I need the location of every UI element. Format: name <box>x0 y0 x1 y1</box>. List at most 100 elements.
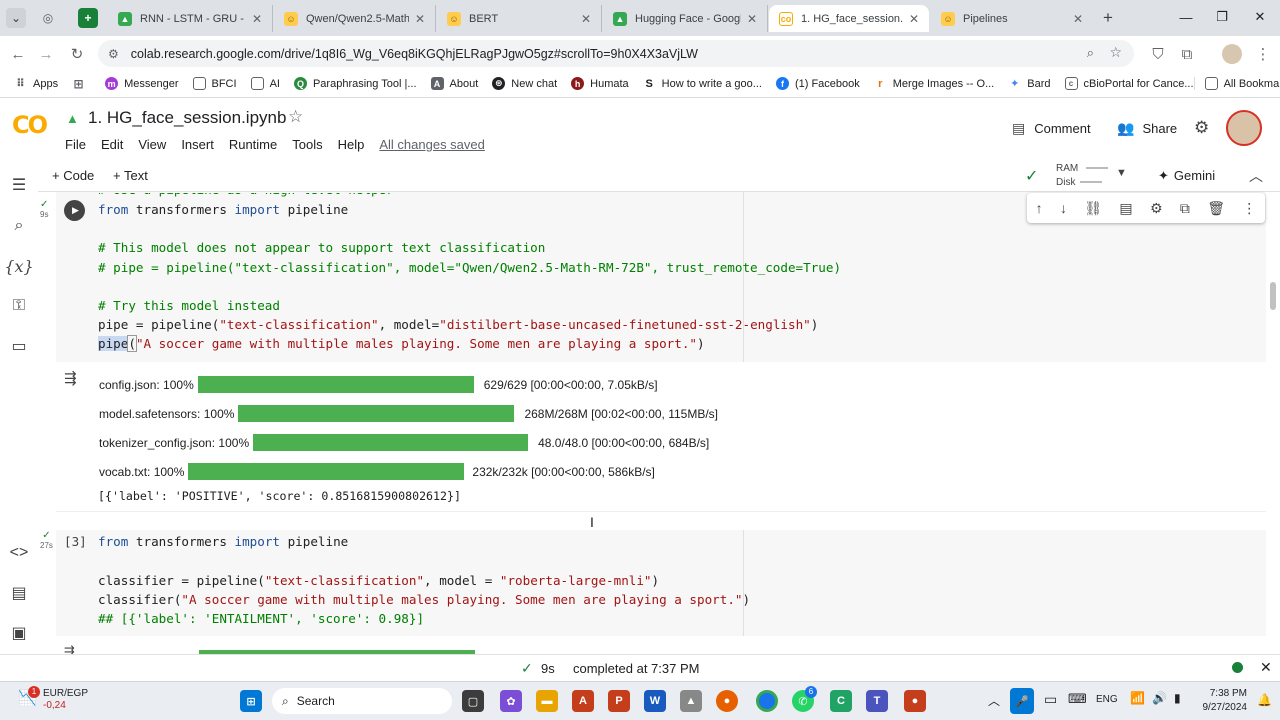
copilot-icon[interactable]: ✿ <box>500 690 522 712</box>
share-button[interactable]: 👥 Share <box>1117 120 1177 137</box>
battery-level-icon[interactable]: ▮ <box>1174 691 1181 705</box>
search-icon[interactable]: ⌕ <box>8 215 30 237</box>
connected-check-icon[interactable]: ✓ <box>1025 166 1038 186</box>
bookmark-item[interactable]: ⊛ New chat <box>492 77 557 90</box>
bookmark-item[interactable]: m Messenger <box>105 77 179 90</box>
settings-gear-icon[interactable]: ⚙ <box>1194 118 1209 138</box>
save-status[interactable]: All changes saved <box>379 137 485 152</box>
profile-avatar[interactable] <box>1222 44 1242 64</box>
forward-icon[interactable]: → <box>36 44 56 64</box>
globe-icon[interactable]: ◎ <box>38 8 58 28</box>
browser-tab[interactable]: ☺ BERT ✕ <box>437 5 602 32</box>
close-icon[interactable]: ✕ <box>581 12 591 26</box>
address-bar[interactable]: ⚙ colab.research.google.com/drive/1q8I6_… <box>98 40 1134 67</box>
settings-gear-icon[interactable]: ⚙ <box>1150 200 1163 217</box>
bookmark-grid[interactable]: ⊞ <box>72 77 91 91</box>
resource-monitor[interactable]: RAM Disk <box>1056 162 1109 190</box>
bookmark-item[interactable]: S How to write a goo... <box>642 77 762 90</box>
new-tab-button[interactable]: + <box>1098 8 1118 28</box>
firefox-icon[interactable]: ● <box>716 690 738 712</box>
code-snippets-icon[interactable]: <> <box>8 542 30 564</box>
command-palette-icon[interactable]: ▤ <box>8 582 30 604</box>
bookmark-item[interactable]: A About <box>430 77 478 90</box>
shield-icon[interactable]: ⛉ <box>1148 44 1168 64</box>
menu-edit[interactable]: Edit <box>101 137 123 152</box>
reload-icon[interactable]: ↻ <box>67 44 87 64</box>
menu-file[interactable]: File <box>65 137 86 152</box>
camtasia-icon[interactable]: C <box>830 690 852 712</box>
browser-tab[interactable]: ▲ Hugging Face - Google ✕ <box>603 5 768 32</box>
teams-icon[interactable]: T <box>866 690 888 712</box>
bookmark-item[interactable]: Q Paraphrasing Tool |... <box>293 77 417 90</box>
add-text-button[interactable]: + Text <box>113 168 148 183</box>
clock[interactable]: 7:38 PM 9/27/2024 <box>1195 687 1248 715</box>
taskbar-search[interactable]: ⌕ Search <box>272 688 452 714</box>
output-options-icon[interactable]: ⇶ <box>64 369 77 387</box>
app-icon[interactable]: ▲ <box>680 690 702 712</box>
move-down-icon[interactable]: ↓ <box>1060 200 1067 216</box>
close-icon[interactable]: ✕ <box>1073 12 1083 26</box>
all-bookmarks[interactable]: All Bookmarks <box>1193 77 1280 90</box>
bookmark-item[interactable]: BFCI <box>192 77 237 90</box>
volume-icon[interactable]: 🔊 <box>1152 691 1167 705</box>
bookmark-item[interactable]: f (1) Facebook <box>775 77 860 90</box>
menu-tools[interactable]: Tools <box>292 137 322 152</box>
delete-icon[interactable]: 🗑 <box>1207 200 1225 217</box>
run-cell-button[interactable]: ▶ <box>64 200 85 221</box>
back-icon[interactable]: ← <box>8 44 28 64</box>
close-icon[interactable]: ✕ <box>415 12 425 26</box>
more-icon[interactable]: ⋮ <box>1242 200 1256 217</box>
star-icon[interactable]: ☆ <box>288 107 303 127</box>
move-up-icon[interactable]: ↑ <box>1036 200 1043 216</box>
close-icon[interactable]: ✕ <box>252 12 262 26</box>
window-close-button[interactable]: ✕ <box>1240 6 1280 28</box>
powerpoint-icon[interactable]: P <box>608 690 630 712</box>
folder-icon[interactable]: ▭ <box>8 335 30 357</box>
bookmark-item[interactable]: AI <box>250 77 280 90</box>
file-explorer-icon[interactable]: ▬ <box>536 690 558 712</box>
chevron-down-icon[interactable]: ▼ <box>1116 167 1127 179</box>
mirror-icon[interactable]: ⧉ <box>1180 200 1190 217</box>
language-indicator[interactable]: ENG <box>1096 694 1118 705</box>
notifications-icon[interactable]: 🔔 <box>1257 693 1272 707</box>
menu-view[interactable]: View <box>138 137 166 152</box>
chrome-icon[interactable] <box>756 690 778 712</box>
table-of-contents-icon[interactable]: ☰ <box>8 174 30 196</box>
access-icon[interactable]: A <box>572 690 594 712</box>
browser-tab[interactable]: ☺ Pipelines ✕ <box>931 5 1093 32</box>
menu-runtime[interactable]: Runtime <box>229 137 277 152</box>
terminal-icon[interactable]: ▣ <box>8 622 30 644</box>
more-menu-icon[interactable]: ⋮ <box>1253 44 1273 64</box>
browser-tab[interactable]: ▲RNN - LSTM - GRU - Go✕ <box>108 5 273 32</box>
menu-help[interactable]: Help <box>338 137 365 152</box>
close-icon[interactable]: ✕ <box>747 12 757 26</box>
windows-start-icon[interactable]: ⊞ <box>240 690 262 712</box>
recorder-icon[interactable]: ● <box>904 690 926 712</box>
output-options-icon[interactable]: ⇶ <box>64 644 75 654</box>
chevron-up-icon[interactable]: ︿ <box>988 692 1000 709</box>
wifi-icon[interactable]: 📶 <box>1130 691 1145 705</box>
bookmark-star-icon[interactable]: ☆ <box>1109 44 1122 61</box>
browser-tab[interactable]: ☺Qwen/Qwen2.5-Math-R✕ <box>274 5 436 32</box>
bookmark-apps[interactable]: ⠿ Apps <box>14 77 58 90</box>
close-icon[interactable]: ✕ <box>909 12 919 26</box>
add-code-button[interactable]: + Code <box>52 168 94 183</box>
key-icon[interactable]: ⚿ <box>8 295 30 317</box>
maximize-button[interactable]: ❐ <box>1202 6 1242 28</box>
drive-icon[interactable]: ▲ <box>66 111 82 126</box>
user-avatar[interactable] <box>1226 110 1262 146</box>
scrollbar-thumb[interactable] <box>1270 282 1276 310</box>
chevron-up-icon[interactable]: ︿ <box>1249 166 1263 186</box>
microphone-icon[interactable]: 🎤 <box>1010 688 1034 714</box>
comment-button[interactable]: ▤ Comment <box>1012 120 1091 137</box>
browser-tab-active[interactable]: co1. HG_face_session.ipyn✕ <box>769 5 929 32</box>
widget-ticker[interactable]: EUR/EGP -0,24 <box>43 688 88 712</box>
minimize-button[interactable]: — <box>1166 6 1206 28</box>
extensions-icon[interactable]: ⧉ <box>1177 44 1197 64</box>
task-view-icon[interactable]: ▢ <box>462 690 484 712</box>
gemini-button[interactable]: ✦ Gemini <box>1158 168 1215 184</box>
sheets-icon[interactable]: + <box>78 8 98 28</box>
bookmark-item[interactable]: c cBioPortal for Cance... <box>1064 77 1194 90</box>
menu-insert[interactable]: Insert <box>181 137 214 152</box>
link-icon[interactable]: ⛓ <box>1084 200 1102 217</box>
